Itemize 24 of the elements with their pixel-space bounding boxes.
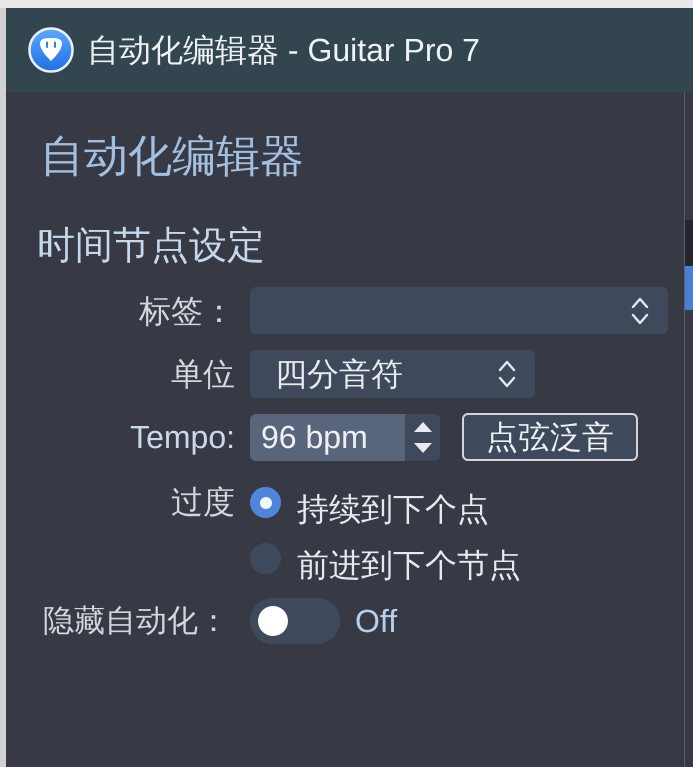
guitar-pick-icon: [28, 27, 74, 73]
radio-label: 前进到下个节点: [297, 546, 521, 585]
tempo-input[interactable]: 96 bpm: [250, 414, 405, 460]
radio-button[interactable]: [250, 543, 281, 574]
field-label: 过度: [171, 487, 235, 517]
down-triangle-icon: [414, 442, 432, 452]
radio-label: 持续到下个点: [297, 490, 489, 529]
toggle-state-text: Off: [355, 602, 398, 641]
up-down-chevron-icon: [497, 360, 517, 388]
tap-harmonic-button[interactable]: 点弦泛音: [462, 413, 638, 461]
field-label: 标签：: [139, 292, 235, 330]
toggle-switch[interactable]: [250, 598, 340, 644]
up-down-chevron-icon: [630, 296, 650, 324]
window-title: 自动化编辑器 - Guitar Pro 7: [87, 31, 480, 70]
editor-heading: 自动化编辑器: [40, 132, 304, 181]
field-label: 隐藏自动化：: [43, 602, 229, 640]
field-label: Tempo:: [130, 418, 235, 457]
section-title: 时间节点设定: [37, 225, 265, 267]
field-label: 单位: [171, 355, 235, 394]
unit-dropdown[interactable]: 四分音符: [250, 350, 535, 398]
spin-buttons[interactable]: [405, 414, 440, 460]
radio-button[interactable]: [250, 487, 281, 518]
list-header: [685, 220, 693, 266]
up-triangle-icon: [414, 422, 432, 432]
